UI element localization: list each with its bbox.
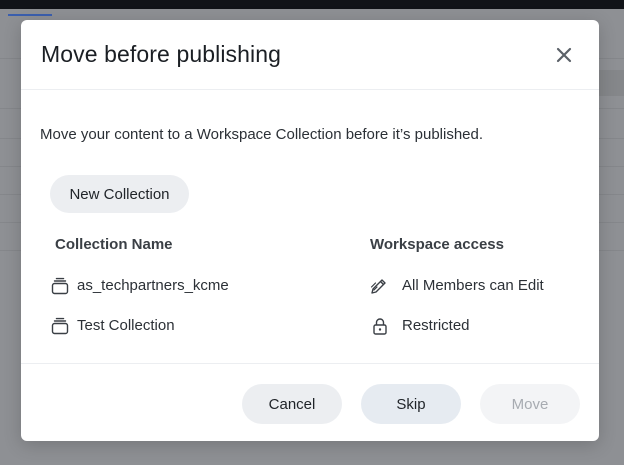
move-before-publishing-dialog: Move before publishing Move your content… <box>21 20 599 441</box>
collection-name: as_techpartners_kcme <box>77 277 229 294</box>
close-icon <box>556 47 572 63</box>
skip-button[interactable]: Skip <box>361 384 461 424</box>
dialog-footer: Cancel Skip Move <box>21 363 599 441</box>
workspace-access-value: All Members can Edit <box>402 277 544 294</box>
move-button[interactable]: Move <box>480 384 580 424</box>
pencil-edit-icon <box>370 279 386 294</box>
collection-stack-icon <box>51 277 69 295</box>
dialog-description: Move your content to a Workspace Collect… <box>40 126 484 143</box>
collection-stack-icon <box>51 317 69 335</box>
app-background-panel <box>598 70 624 96</box>
column-header-workspace-access: Workspace access <box>370 236 504 253</box>
collection-name: Test Collection <box>77 317 175 334</box>
collection-row[interactable]: as_techpartners_kcme All Members can Edi… <box>21 274 599 298</box>
close-button[interactable] <box>551 42 577 68</box>
cancel-button[interactable]: Cancel <box>242 384 342 424</box>
column-header-collection-name: Collection Name <box>55 236 173 253</box>
workspace-access-value: Restricted <box>402 317 470 334</box>
lock-icon <box>373 318 387 335</box>
app-top-bar <box>0 0 624 9</box>
dialog-title: Move before publishing <box>41 41 282 67</box>
dialog-header: Move before publishing <box>21 20 599 90</box>
collection-row[interactable]: Test Collection Restricted <box>21 314 599 338</box>
new-collection-button[interactable]: New Collection <box>50 175 189 213</box>
